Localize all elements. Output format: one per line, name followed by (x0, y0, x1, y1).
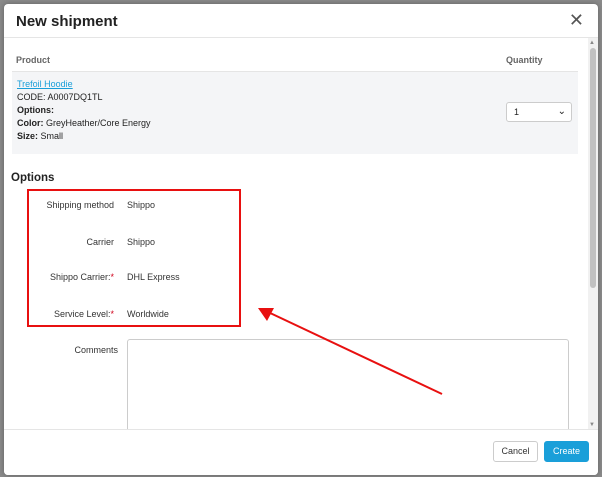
scroll-up-icon[interactable]: ▲ (589, 39, 595, 47)
comments-textarea[interactable] (127, 339, 569, 430)
quantity-select[interactable]: 1 ⌄ (506, 102, 572, 122)
product-color: GreyHeather/Core Energy (46, 118, 151, 128)
comments-label: Comments (74, 345, 118, 355)
product-name-link[interactable]: Trefoil Hoodie (17, 79, 73, 89)
product-code: A0007DQ1TL (47, 92, 103, 102)
close-icon[interactable]: ✕ (569, 10, 584, 30)
modal-footer: Cancel Create (4, 429, 598, 475)
options-label: Options: (17, 105, 54, 115)
cancel-button[interactable]: Cancel (493, 441, 538, 462)
quantity-value: 1 (514, 107, 520, 117)
modal-body: Product Quantity Trefoil Hoodie CODE: A0… (4, 38, 588, 430)
column-header-product: Product (16, 55, 51, 65)
product-table-header: Product Quantity (12, 38, 578, 70)
size-label: Size: (17, 131, 39, 141)
scrollbar-thumb[interactable] (590, 48, 596, 288)
product-row: Trefoil Hoodie CODE: A0007DQ1TL Options:… (12, 71, 578, 154)
product-size: Small (40, 131, 64, 141)
annotation-highlight-box (27, 189, 241, 327)
color-label: Color: (17, 118, 44, 128)
modal-header: New shipment ✕ (4, 4, 598, 38)
new-shipment-modal: New shipment ✕ Product Quantity Trefoil … (4, 4, 598, 475)
create-button[interactable]: Create (544, 441, 589, 462)
code-label: CODE: (17, 92, 46, 102)
column-header-quantity: Quantity (506, 55, 543, 65)
modal-scrollbar[interactable]: ▲ ▼ (588, 38, 598, 430)
options-section-title: Options (11, 172, 55, 184)
chevron-down-icon: ⌄ (557, 106, 566, 117)
scroll-down-icon[interactable]: ▼ (589, 421, 595, 429)
modal-title: New shipment (16, 13, 118, 30)
product-info: Trefoil Hoodie CODE: A0007DQ1TL Options:… (17, 78, 151, 143)
